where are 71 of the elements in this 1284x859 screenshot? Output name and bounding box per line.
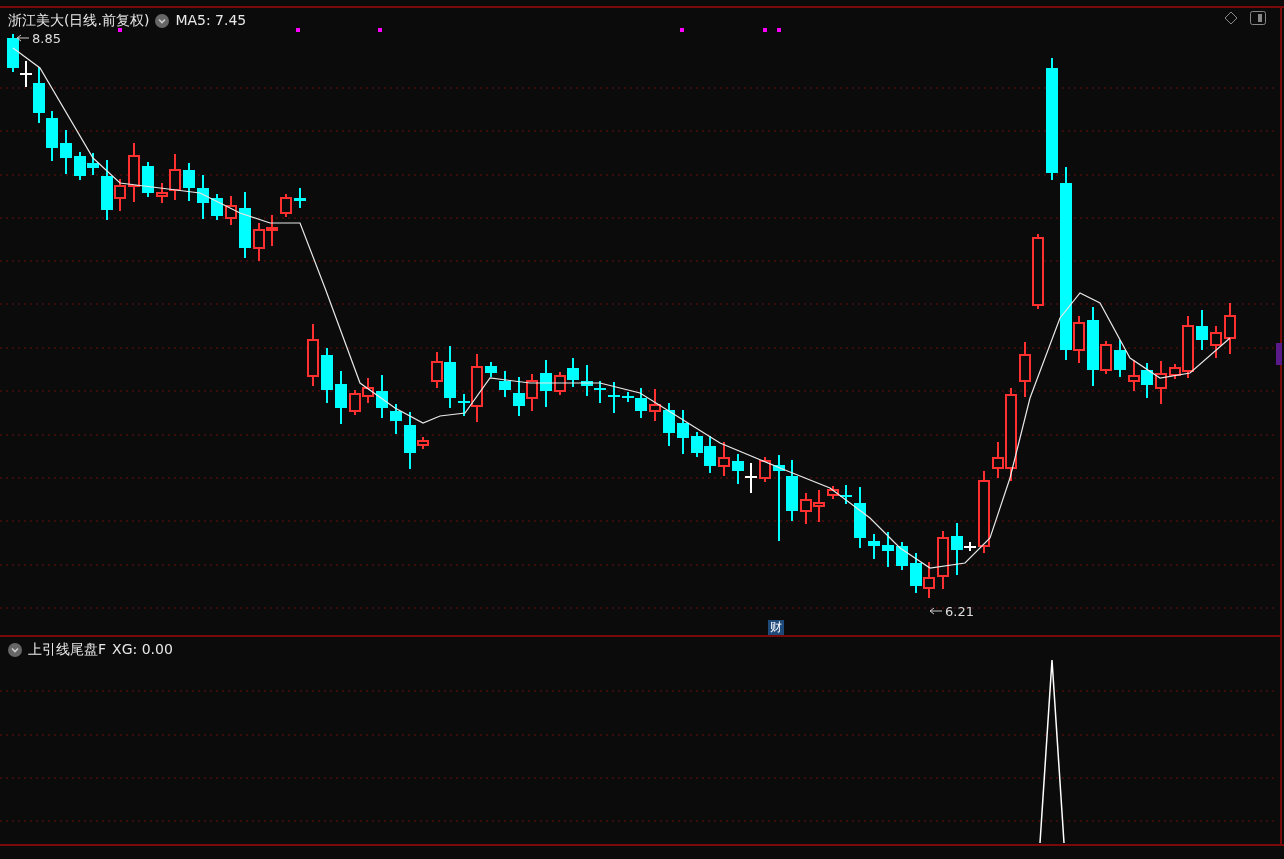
- price-tag: [1276, 343, 1282, 365]
- candle: [567, 357, 579, 388]
- candle: [854, 486, 866, 549]
- candle: [745, 462, 757, 494]
- candle: [937, 530, 949, 590]
- candle: [882, 531, 894, 568]
- candle: [677, 409, 689, 455]
- candle: [390, 403, 402, 435]
- high-price-label: 8.85: [32, 31, 61, 46]
- candle: [608, 381, 620, 414]
- candle: [128, 142, 140, 203]
- candle: [1114, 339, 1126, 378]
- candle: [87, 152, 99, 176]
- dropdown-icon[interactable]: [155, 13, 170, 28]
- candle: [649, 388, 661, 422]
- candle: [239, 191, 251, 259]
- candle: [813, 489, 825, 523]
- candle: [183, 162, 195, 202]
- leader-arrow: [16, 34, 30, 42]
- candle: [499, 370, 511, 398]
- candle: [335, 370, 347, 425]
- candle: [910, 552, 922, 594]
- candle: [211, 193, 223, 221]
- candle: [485, 361, 497, 378]
- candle: [827, 485, 839, 500]
- candle: [581, 364, 593, 397]
- indicator-value: XG: 0.00: [112, 640, 173, 659]
- candle: [540, 359, 552, 408]
- event-marker[interactable]: 财: [768, 620, 784, 635]
- candle: [786, 459, 798, 522]
- candle: [1196, 309, 1208, 351]
- candle: [294, 187, 306, 209]
- candle: [362, 377, 374, 404]
- candle: [1155, 360, 1167, 405]
- candle: [225, 195, 237, 226]
- low-price-label: 6.21: [945, 604, 974, 619]
- indicator-value: MA5: 7.45: [175, 11, 247, 30]
- panel-toggle-icon[interactable]: [1250, 11, 1266, 25]
- candle: [253, 222, 265, 262]
- chart-title: 浙江美大(日线.前复权): [8, 11, 150, 30]
- candle: [46, 110, 58, 162]
- candle: [1128, 359, 1140, 392]
- candle: [142, 161, 154, 198]
- candle: [594, 380, 606, 404]
- candle: [321, 347, 333, 404]
- candle: [1210, 325, 1222, 359]
- diamond-icon[interactable]: [1224, 11, 1238, 25]
- candle: [840, 484, 852, 505]
- candle: [800, 492, 812, 525]
- candle: [74, 151, 86, 181]
- candle: [526, 373, 538, 412]
- candle: [7, 33, 19, 73]
- candle: [1141, 362, 1153, 399]
- candle: [663, 402, 675, 447]
- dropdown-icon[interactable]: [8, 642, 22, 657]
- candle: [718, 441, 730, 477]
- leader-arrow: [929, 607, 943, 615]
- candle: [266, 214, 278, 247]
- candle: [1224, 302, 1236, 355]
- candle: [197, 174, 209, 220]
- candle: [896, 541, 908, 571]
- candle: [868, 533, 880, 560]
- indicator-title: 上引线尾盘F: [28, 640, 107, 659]
- candle: [280, 193, 292, 218]
- candle: [513, 376, 525, 417]
- candle: [376, 374, 388, 419]
- candle: [60, 129, 72, 175]
- candle: [1019, 341, 1031, 398]
- candle: [307, 323, 319, 387]
- candle: [732, 453, 744, 485]
- candle: [923, 561, 935, 599]
